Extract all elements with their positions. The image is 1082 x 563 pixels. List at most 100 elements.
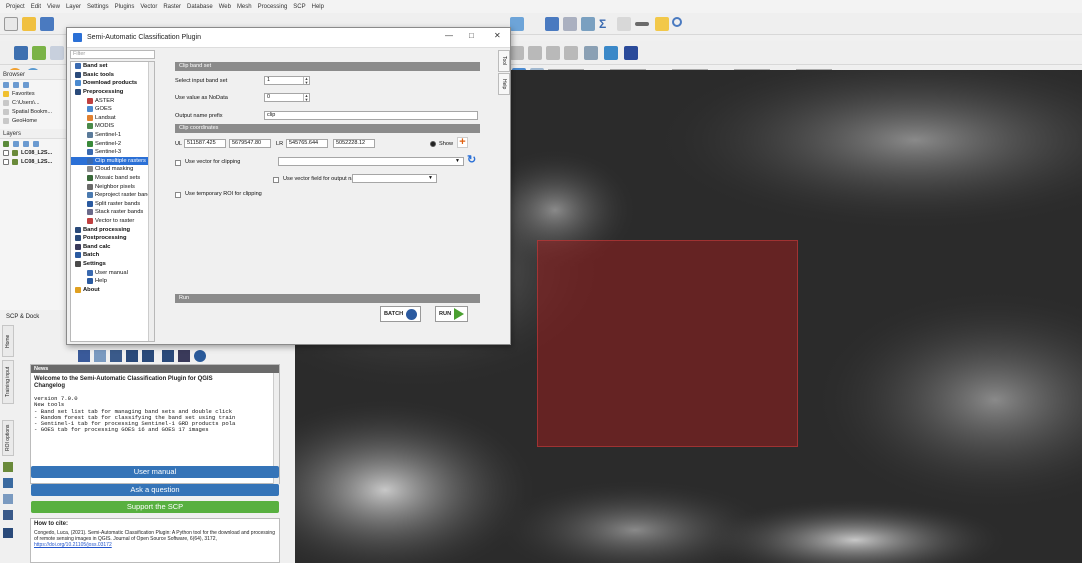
refresh-icon[interactable] — [3, 81, 9, 88]
menu-processing[interactable]: Processing — [258, 4, 288, 10]
tab-home[interactable]: Home — [2, 325, 14, 357]
scp-tool-b-icon[interactable] — [528, 46, 542, 60]
plugin-icon[interactable] — [32, 46, 46, 60]
layer-checkbox[interactable] — [3, 149, 9, 156]
scp-dock-icon[interactable] — [584, 46, 598, 60]
menu-database[interactable]: Database — [187, 4, 213, 10]
scp-tool-d-icon[interactable] — [564, 46, 578, 60]
tree-item[interactable]: Postprocessing — [71, 234, 154, 243]
user-manual-button[interactable]: User manual — [31, 466, 279, 478]
spin-arrows-icon[interactable]: ▲ ▼ — [303, 77, 309, 84]
tree-item[interactable]: Band calc — [71, 242, 154, 251]
tree-item[interactable]: Neighbor pixels — [71, 182, 154, 191]
tree-item[interactable]: Mosaic band sets — [71, 174, 154, 183]
browser-item[interactable]: C:\Users\... — [0, 98, 69, 107]
tab-training-input[interactable]: Training input — [2, 360, 14, 404]
spin-arrows-icon[interactable]: ▲ ▼ — [303, 94, 309, 101]
menu-help[interactable]: Help — [312, 4, 324, 10]
tree-item[interactable]: Settings — [71, 260, 154, 269]
menu-edit[interactable]: Edit — [31, 4, 41, 10]
layer-checkbox[interactable] — [3, 158, 9, 165]
tree-item[interactable]: Batch — [71, 251, 154, 260]
filter-icon[interactable] — [13, 81, 19, 88]
vector-icon[interactable] — [50, 46, 64, 60]
chart-tool-icon[interactable] — [94, 350, 106, 362]
menu-view[interactable]: View — [47, 4, 60, 10]
preprocess-tool-icon[interactable] — [126, 350, 138, 362]
add-roi-icon[interactable]: + — [457, 137, 468, 148]
vector-field-select[interactable]: ▼ — [352, 174, 437, 183]
menu-web[interactable]: Web — [219, 4, 231, 10]
tab-help[interactable]: Help — [498, 73, 510, 95]
band-set-spinbox[interactable]: 1 ▲ ▼ — [264, 76, 310, 85]
menu-raster[interactable]: Raster — [163, 4, 181, 10]
layer-item[interactable]: LC08_L2S... — [0, 148, 69, 157]
ul-y-input[interactable]: 5679547.80 — [229, 139, 271, 148]
browser-item[interactable]: Favorites — [0, 89, 69, 98]
tab-roi-options[interactable]: ROI options — [2, 420, 14, 456]
tree-item[interactable]: Sentinel-2 — [71, 139, 154, 148]
open-project-icon[interactable] — [22, 17, 36, 31]
minimize-button[interactable]: — — [445, 31, 453, 40]
show-radio[interactable] — [430, 141, 436, 147]
scp-tool-a-icon[interactable] — [510, 46, 524, 60]
ask-question-button[interactable]: Ask a question — [31, 484, 279, 496]
reload-icon[interactable]: ↻ — [467, 155, 478, 166]
collapse-icon[interactable] — [23, 81, 29, 88]
vector-select[interactable]: ▼ — [278, 157, 464, 166]
add-group-icon[interactable] — [13, 140, 19, 147]
run-button[interactable]: RUN — [435, 306, 469, 322]
tree-item[interactable]: Vector to raster — [71, 217, 154, 226]
citation-link[interactable]: https://doi.org/10.21105/joss.03172 — [34, 542, 112, 548]
band-calc-tool-icon[interactable] — [178, 350, 190, 362]
add-layer-icon[interactable] — [510, 17, 524, 31]
lr-y-input[interactable]: 5052228.12 — [333, 139, 375, 148]
tree-item[interactable]: User manual — [71, 268, 154, 277]
tree-item[interactable]: Landsat — [71, 114, 154, 123]
menu-layer[interactable]: Layer — [66, 4, 81, 10]
tree-item[interactable]: Preprocessing — [71, 88, 154, 97]
clip-roi-rectangle[interactable] — [537, 240, 798, 447]
ul-x-input[interactable]: 511587.425 — [184, 139, 226, 148]
digitize-icon[interactable] — [14, 46, 28, 60]
settings-icon[interactable] — [581, 17, 595, 31]
tree-item[interactable]: Cloud masking — [71, 165, 154, 174]
download-tool-icon[interactable] — [110, 350, 122, 362]
download-icon[interactable] — [3, 510, 13, 520]
tree-item[interactable]: Clip multiple rasters — [71, 156, 154, 166]
tree-item[interactable]: Basic tools — [71, 71, 154, 80]
tree-item[interactable]: About — [71, 285, 154, 294]
close-button[interactable]: ✕ — [494, 31, 501, 40]
tree-scrollbar[interactable] — [148, 62, 154, 341]
tree-item[interactable]: Reproject raster bands — [71, 191, 154, 200]
menu-mesh[interactable]: Mesh — [237, 4, 252, 10]
tree-item[interactable]: Help — [71, 277, 154, 286]
layer-item[interactable]: LC08_L2S... — [0, 157, 69, 166]
new-project-icon[interactable] — [4, 17, 18, 31]
menu-settings[interactable]: Settings — [87, 4, 109, 10]
use-vector-checkbox[interactable] — [175, 160, 181, 166]
scp-save-icon[interactable] — [624, 46, 638, 60]
menu-scp[interactable]: SCP — [293, 4, 305, 10]
browser-item[interactable]: GeoHome — [0, 116, 69, 125]
tree-item[interactable]: Band set — [71, 62, 154, 71]
menu-vector[interactable]: Vector — [140, 4, 157, 10]
support-scp-button[interactable]: Support the SCP — [31, 501, 279, 513]
style-icon[interactable] — [3, 140, 9, 147]
tree-item[interactable]: ASTER — [71, 96, 154, 105]
identify-icon[interactable] — [545, 17, 559, 31]
lr-x-input[interactable]: 545765.644 — [286, 139, 328, 148]
band-set-icon[interactable] — [78, 350, 90, 362]
menu-plugins[interactable]: Plugins — [115, 4, 135, 10]
tree-item[interactable]: MODIS — [71, 122, 154, 131]
tree-item[interactable]: Sentinel-3 — [71, 148, 154, 157]
prefix-input[interactable]: clip — [264, 111, 478, 120]
save-project-icon[interactable] — [40, 17, 54, 31]
layers-icon[interactable] — [3, 478, 13, 488]
tree-item[interactable]: Band processing — [71, 225, 154, 234]
tree-item[interactable]: Sentinel-1 — [71, 131, 154, 140]
band-process-tool-icon[interactable] — [142, 350, 154, 362]
ruler-icon[interactable] — [635, 22, 649, 26]
use-roi-checkbox[interactable] — [175, 192, 181, 198]
comment-icon[interactable] — [655, 17, 669, 31]
